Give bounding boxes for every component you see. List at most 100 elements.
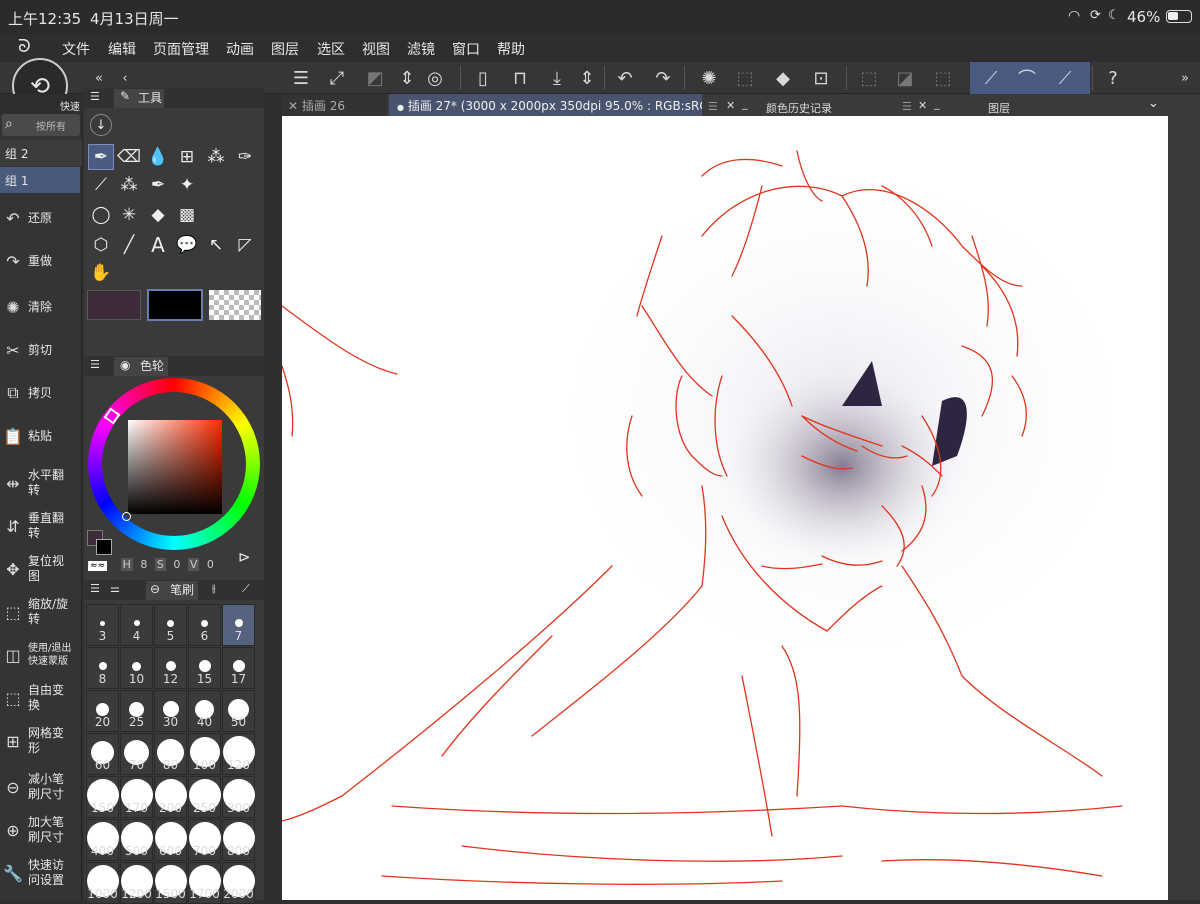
reset-view-command[interactable]: ✥ 复位视图 — [2, 548, 78, 590]
chevron-down-icon[interactable]: ⌄ — [1148, 96, 1159, 111]
deselect-icon[interactable]: ⬚ — [730, 64, 760, 92]
app-logo-icon[interactable]: ᘐ — [18, 36, 31, 57]
brush-size-option[interactable]: 2000 — [222, 862, 255, 904]
cut-command[interactable]: ✂ 剪切 — [2, 329, 78, 371]
edit-tab-icon[interactable]: ⟋ — [242, 582, 250, 596]
close-icon[interactable]: ✕ — [288, 99, 298, 113]
brush-size-option[interactable]: 170 — [120, 776, 153, 818]
new-canvas-icon[interactable]: ▯ — [468, 64, 498, 92]
vector-pen-tool-icon[interactable]: ✒ — [145, 172, 171, 198]
transform-icon[interactable]: ⊡ — [806, 64, 836, 92]
grid-tool-icon[interactable]: ⊞ — [174, 144, 200, 170]
menu-edit[interactable]: 编辑 — [108, 39, 136, 59]
save-icon[interactable]: ⤓ — [542, 64, 572, 92]
quick-mask-command[interactable]: ◫ 使用/退出快速蒙版 — [2, 634, 78, 676]
open-folder-icon[interactable]: ⊓ — [505, 64, 535, 92]
transparency-icon[interactable]: ◩ — [360, 64, 390, 92]
free-transform-command[interactable]: ⬚ 自由变换 — [2, 677, 78, 719]
magic-wand-tool-icon[interactable]: ✳ — [116, 202, 142, 228]
brush-size-icon[interactable]: ⟋ — [1050, 64, 1080, 92]
brush-size-option[interactable]: 70 — [120, 733, 153, 775]
brush-size-option[interactable]: 120 — [222, 733, 255, 775]
redo-icon[interactable]: ↷ — [648, 64, 678, 92]
pen-alt-tool-icon[interactable]: ✑ — [232, 144, 258, 170]
undo-command[interactable]: ↶ 还原 — [2, 197, 78, 239]
brush-size-option[interactable]: 4 — [120, 604, 153, 646]
brush-size-option[interactable]: 80 — [154, 733, 187, 775]
mini-main-color[interactable] — [96, 539, 112, 555]
drawing-canvas[interactable] — [281, 116, 1168, 900]
brush-size-option[interactable]: 500 — [120, 819, 153, 861]
brush-size-option[interactable]: 1500 — [154, 862, 187, 904]
transparent-swatch[interactable] — [209, 290, 261, 320]
play-icon[interactable]: ⊳ — [238, 548, 251, 566]
settings-tab-icon[interactable]: ⚌ — [110, 582, 120, 595]
saturation-value-square[interactable] — [128, 420, 222, 514]
color-picker-handle[interactable] — [122, 512, 131, 521]
mesh-transform-command[interactable]: ⊞ 网格变形 — [2, 720, 78, 762]
brush-size-option[interactable]: 800 — [222, 819, 255, 861]
menu-icon[interactable]: ☰ — [286, 64, 316, 92]
tab-inactive[interactable]: ✕ 插画 26 — [282, 94, 387, 116]
menu-window[interactable]: 窗口 — [452, 39, 480, 59]
close-icon[interactable]: ✕ — [726, 99, 735, 112]
snap-special-icon[interactable]: ⬚ — [928, 64, 958, 92]
increase-brush-command[interactable]: ⊕ 加大笔刷尺寸 — [2, 809, 78, 851]
menu-filter[interactable]: 滤镜 — [407, 39, 435, 59]
brush-size-option[interactable]: 600 — [154, 819, 187, 861]
brush-size-option[interactable]: 8 — [86, 647, 119, 689]
gradient-tool-icon[interactable]: ▩ — [174, 202, 200, 228]
lasso-tool-icon[interactable]: ◯ — [88, 202, 114, 228]
menu-select[interactable]: 选区 — [317, 39, 345, 59]
stamp-tool-icon[interactable]: ⁂ — [116, 172, 142, 198]
pen-pressure-icon[interactable]: ⟋ — [976, 64, 1006, 92]
menu-file[interactable]: 文件 — [62, 39, 90, 59]
brush-size-option[interactable]: 300 — [222, 776, 255, 818]
operation-tool-icon[interactable]: ↖ — [203, 232, 229, 258]
panel-menu-icon[interactable]: ☰ — [90, 90, 100, 103]
eraser-tool-icon[interactable]: ⌫ — [116, 144, 142, 170]
brush-size-option[interactable]: 700 — [188, 819, 221, 861]
brush-size-option[interactable]: 12 — [154, 647, 187, 689]
group-item[interactable]: 组 2 — [0, 140, 82, 166]
flip-vertical-command[interactable]: ⇵ 垂直翻转 — [2, 505, 78, 547]
brush-size-option[interactable]: 10 — [120, 647, 153, 689]
fill-tool-icon[interactable]: ◆ — [145, 202, 171, 228]
clear-icon[interactable]: ✺ — [694, 64, 724, 92]
download-icon[interactable]: ↓ — [90, 114, 112, 136]
up-down-2-icon[interactable]: ⇕ — [572, 64, 602, 92]
text-tool-icon[interactable]: A — [145, 232, 171, 258]
collapse-right-icon[interactable]: » — [1170, 64, 1200, 92]
brush-size-option[interactable]: 400 — [86, 819, 119, 861]
main-color-swatch[interactable] — [147, 289, 203, 321]
brush-size-option[interactable]: 60 — [86, 733, 119, 775]
quick-access-settings-command[interactable]: 🔧 快速访问设置 — [2, 852, 78, 894]
drag-handle-icon[interactable]: ☰ — [902, 100, 912, 113]
brush-stabilize-icon[interactable]: ⌒ — [1012, 64, 1042, 92]
brush-size-option[interactable]: 3 — [86, 604, 119, 646]
redo-command[interactable]: ↷ 重做 — [2, 240, 78, 282]
brush-size-option[interactable]: 250 — [188, 776, 221, 818]
sparkle-tool-icon[interactable]: ✦ — [174, 172, 200, 198]
fill-icon[interactable]: ◆ — [768, 64, 798, 92]
brush-size-option[interactable]: 1700 — [188, 862, 221, 904]
brush-size-option[interactable]: 40 — [188, 690, 221, 732]
brush-size-option[interactable]: 7 — [222, 604, 255, 646]
flip-horizontal-command[interactable]: ⇹ 水平翻转 — [2, 462, 78, 504]
balloon-tool-icon[interactable]: 💬 — [174, 232, 200, 258]
clear-command[interactable]: ✺ 清除 — [2, 286, 78, 328]
brush-size-option[interactable]: 5 — [154, 604, 187, 646]
panel-menu-icon[interactable]: ☰ — [90, 582, 100, 595]
brush-size-option[interactable]: 25 — [120, 690, 153, 732]
menu-animation[interactable]: 动画 — [226, 39, 254, 59]
brush-size-option[interactable]: 30 — [154, 690, 187, 732]
brush-size-option[interactable]: 50 — [222, 690, 255, 732]
paste-command[interactable]: 📋 粘贴 — [2, 415, 78, 457]
brush-size-option[interactable]: 15 — [188, 647, 221, 689]
pen-tool-icon[interactable]: ✒ — [88, 144, 114, 170]
brush-size-option[interactable]: 200 — [154, 776, 187, 818]
menu-layer[interactable]: 图层 — [271, 39, 299, 59]
menu-help[interactable]: 帮助 — [497, 39, 525, 59]
brush-size-option[interactable]: 20 — [86, 690, 119, 732]
color-mode-icon[interactable]: ≈≈ — [88, 561, 108, 571]
